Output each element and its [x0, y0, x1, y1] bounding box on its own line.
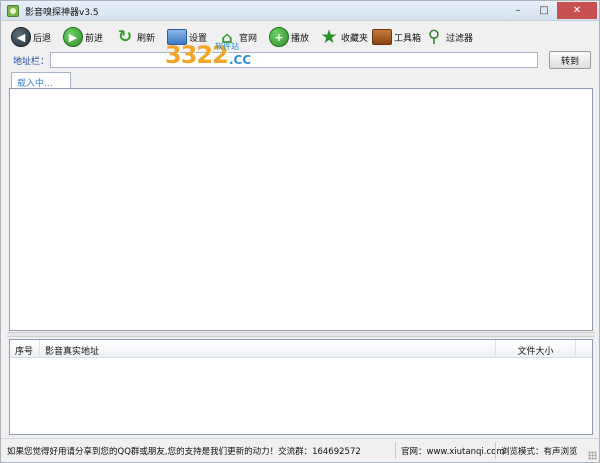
- address-bar: 地址栏： 转到: [1, 51, 599, 69]
- status-bar: 如果您觉得好用请分享到您的QQ群或朋友,您的支持是我们更新的动力！交流群：164…: [1, 438, 599, 462]
- tab-strip: 载入中...: [7, 72, 595, 89]
- home-icon: ⌂: [221, 27, 233, 47]
- column-header-size[interactable]: 文件大小: [496, 340, 576, 358]
- forward-arrow-icon: ▶: [63, 27, 83, 47]
- settings-button[interactable]: 设置: [167, 25, 207, 49]
- app-logo-icon: [7, 5, 19, 17]
- column-header-url[interactable]: 影音真实地址: [40, 340, 496, 358]
- favorites-label: 收藏夹: [341, 33, 369, 44]
- play-plus-icon: +: [269, 27, 289, 47]
- column-header-spacer: [576, 340, 592, 358]
- title-bar[interactable]: 影音嗅探神器v3.5 – □ ✕: [1, 1, 599, 21]
- go-button[interactable]: 转到: [549, 51, 591, 69]
- play-label: 播放: [291, 33, 310, 44]
- pane-splitter[interactable]: [7, 332, 595, 337]
- results-header: 序号 影音真实地址 文件大小: [10, 340, 592, 358]
- maximize-button[interactable]: □: [531, 2, 557, 19]
- back-arrow-icon: ◀: [11, 27, 31, 47]
- settings-icon: [167, 29, 187, 45]
- window-title: 影音嗅探神器v3.5: [25, 8, 99, 18]
- forward-label: 前进: [85, 33, 104, 44]
- toolbox-label: 工具箱: [394, 33, 422, 44]
- resize-grip[interactable]: [588, 451, 597, 460]
- address-label: 地址栏：: [13, 57, 50, 67]
- minimize-button[interactable]: –: [505, 2, 531, 19]
- toolbox-icon: [372, 29, 392, 45]
- browser-view[interactable]: [9, 88, 593, 331]
- status-mode: 浏览模式：有声浏览: [501, 447, 578, 457]
- close-button[interactable]: ✕: [557, 2, 597, 19]
- toolbox-button[interactable]: 工具箱: [372, 25, 421, 49]
- refresh-icon: ↻: [117, 27, 133, 47]
- back-button[interactable]: ◀ 后退: [11, 25, 51, 49]
- address-input[interactable]: [50, 52, 538, 68]
- results-list[interactable]: 序号 影音真实地址 文件大小: [9, 339, 593, 435]
- app-window: 影音嗅探神器v3.5 – □ ✕ ◀ 后退 ▶ 前进 ↻ 刷新 设置 ⌂ 官网 …: [0, 0, 600, 463]
- favorites-button[interactable]: ★ 收藏夹: [319, 25, 368, 49]
- refresh-label: 刷新: [137, 33, 156, 44]
- filter-button[interactable]: ⚲ 过滤器: [424, 25, 473, 49]
- status-divider: [395, 442, 396, 459]
- column-header-no[interactable]: 序号: [10, 340, 40, 358]
- toolbar: ◀ 后退 ▶ 前进 ↻ 刷新 设置 ⌂ 官网 + 播放 ★ 收藏夹 工具箱 ⚲ …: [1, 22, 599, 50]
- forward-button[interactable]: ▶ 前进: [63, 25, 103, 49]
- refresh-button[interactable]: ↻ 刷新: [115, 25, 155, 49]
- star-icon: ★: [320, 26, 338, 48]
- tab-loading[interactable]: 载入中...: [11, 72, 71, 89]
- status-divider: [495, 442, 496, 459]
- settings-label: 设置: [189, 33, 208, 44]
- window-controls: – □ ✕: [505, 2, 597, 19]
- homepage-button[interactable]: ⌂ 官网: [217, 25, 257, 49]
- filter-label: 过滤器: [446, 33, 474, 44]
- status-message: 如果您觉得好用请分享到您的QQ群或朋友,您的支持是我们更新的动力！交流群：164…: [7, 447, 361, 457]
- back-label: 后退: [33, 33, 52, 44]
- status-website[interactable]: 官网：www.xiutanqi.com: [401, 445, 505, 457]
- homepage-label: 官网: [239, 33, 258, 44]
- magnifier-icon: ⚲: [427, 27, 441, 47]
- play-button[interactable]: + 播放: [269, 25, 309, 49]
